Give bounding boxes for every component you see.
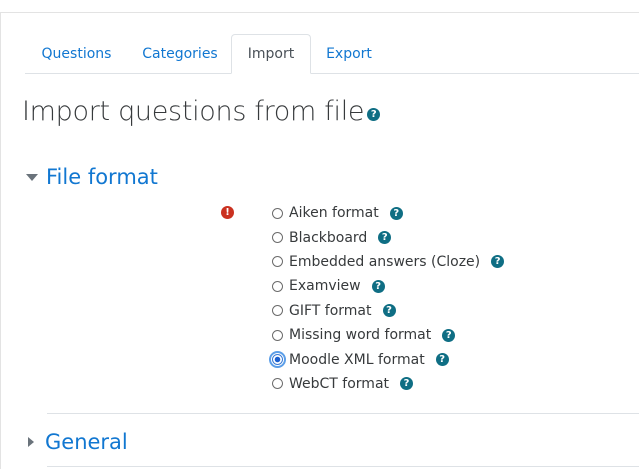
format-option-gift[interactable]: GIFT format ?: [272, 299, 504, 323]
section-file-format-header[interactable]: File format: [26, 162, 158, 192]
help-icon[interactable]: ?: [371, 279, 385, 293]
help-icon[interactable]: ?: [367, 108, 381, 121]
option-label: Missing word format: [289, 327, 432, 344]
format-option-aiken[interactable]: Aiken format ?: [272, 201, 504, 225]
section-general-header[interactable]: General: [26, 427, 128, 457]
help-icon[interactable]: ?: [491, 255, 505, 269]
format-option-cloze[interactable]: Embedded answers (Cloze) ?: [272, 250, 505, 274]
radio-button[interactable]: [272, 256, 283, 268]
tab-export[interactable]: Export: [315, 34, 383, 74]
option-label: Blackboard: [289, 229, 368, 246]
section-divider: [47, 413, 639, 414]
help-icon[interactable]: ?: [389, 206, 403, 220]
format-option-blackboard[interactable]: Blackboard ?: [272, 225, 504, 249]
radio-button[interactable]: [272, 378, 283, 390]
expand-triangle-icon: [28, 437, 34, 447]
section-divider: [47, 466, 639, 467]
page-title: Import questions from file ?: [22, 93, 381, 129]
format-option-examview[interactable]: Examview ?: [272, 274, 504, 298]
tab-import[interactable]: Import: [231, 34, 311, 74]
format-options: Aiken format ? Blackboard ? Embedded ans…: [269, 201, 505, 396]
required-error-icon: !: [221, 206, 234, 219]
option-label: Embedded answers (Cloze): [289, 253, 481, 270]
radio-button-selected[interactable]: [269, 351, 286, 369]
collapse-triangle-icon: [26, 173, 38, 181]
option-label: GIFT format: [289, 302, 372, 319]
tab-bar: Questions Categories Import Export: [25, 34, 639, 74]
tab-questions[interactable]: Questions: [28, 34, 125, 74]
tab-categories[interactable]: Categories: [130, 34, 230, 74]
section-title-file-format: File format: [46, 165, 158, 189]
option-label: Examview: [289, 278, 361, 295]
option-label: WebCT format: [289, 375, 390, 392]
radio-button[interactable]: [272, 207, 283, 219]
radio-button[interactable]: [272, 280, 283, 292]
format-option-missing-word[interactable]: Missing word format ?: [272, 323, 504, 347]
format-option-webct[interactable]: WebCT format ?: [272, 372, 504, 396]
help-icon[interactable]: ?: [382, 304, 396, 318]
frame-border-left: [0, 12, 1, 469]
option-label: Aiken format: [289, 205, 379, 222]
help-icon[interactable]: ?: [378, 231, 392, 245]
help-icon[interactable]: ?: [442, 328, 456, 342]
section-title-general: General: [45, 430, 128, 454]
format-option-moodle-xml[interactable]: Moodle XML format ?: [269, 347, 504, 371]
radio-button[interactable]: [272, 305, 283, 317]
help-icon[interactable]: ?: [400, 377, 414, 391]
help-icon[interactable]: ?: [435, 353, 449, 367]
radio-button[interactable]: [272, 232, 283, 244]
radio-button[interactable]: [272, 329, 283, 341]
option-label: Moodle XML format: [289, 351, 425, 368]
frame-border-top: [0, 12, 639, 13]
page-title-text: Import questions from file: [22, 95, 365, 127]
